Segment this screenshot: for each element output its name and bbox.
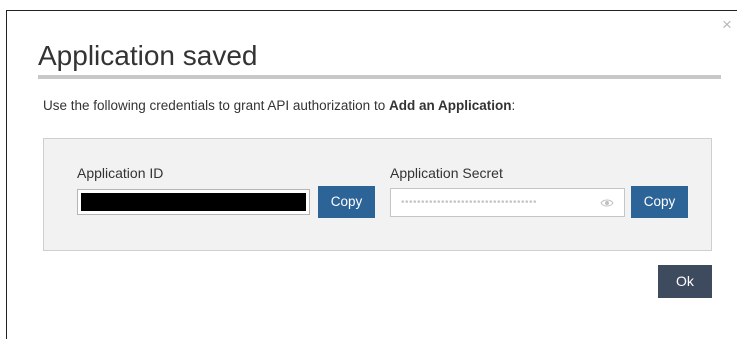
title-divider <box>38 75 721 79</box>
application-id-label: Application ID <box>77 165 164 181</box>
application-secret-field[interactable]: •••••••••••••••••••••••••••••••••• <box>390 188 625 217</box>
redacted-value <box>81 193 306 211</box>
close-button[interactable]: × <box>720 16 734 33</box>
instructions-text: Use the following credentials to grant A… <box>43 97 515 115</box>
instructions-prefix: Use the following credentials to grant A… <box>43 98 389 113</box>
screen: × Application saved Use the following cr… <box>0 0 738 339</box>
dialog-title: Application saved <box>38 40 258 71</box>
copy-application-secret-button[interactable]: Copy <box>631 186 688 218</box>
eye-icon[interactable] <box>600 198 614 208</box>
application-name: Add an Application <box>388 98 512 113</box>
application-id-field[interactable] <box>77 189 310 215</box>
masked-secret-value: •••••••••••••••••••••••••••••••••• <box>401 197 538 208</box>
application-secret-label: Application Secret <box>390 165 503 181</box>
ok-button[interactable]: Ok <box>658 265 712 298</box>
instructions-suffix: : <box>511 98 516 113</box>
copy-application-id-button[interactable]: Copy <box>318 186 375 218</box>
